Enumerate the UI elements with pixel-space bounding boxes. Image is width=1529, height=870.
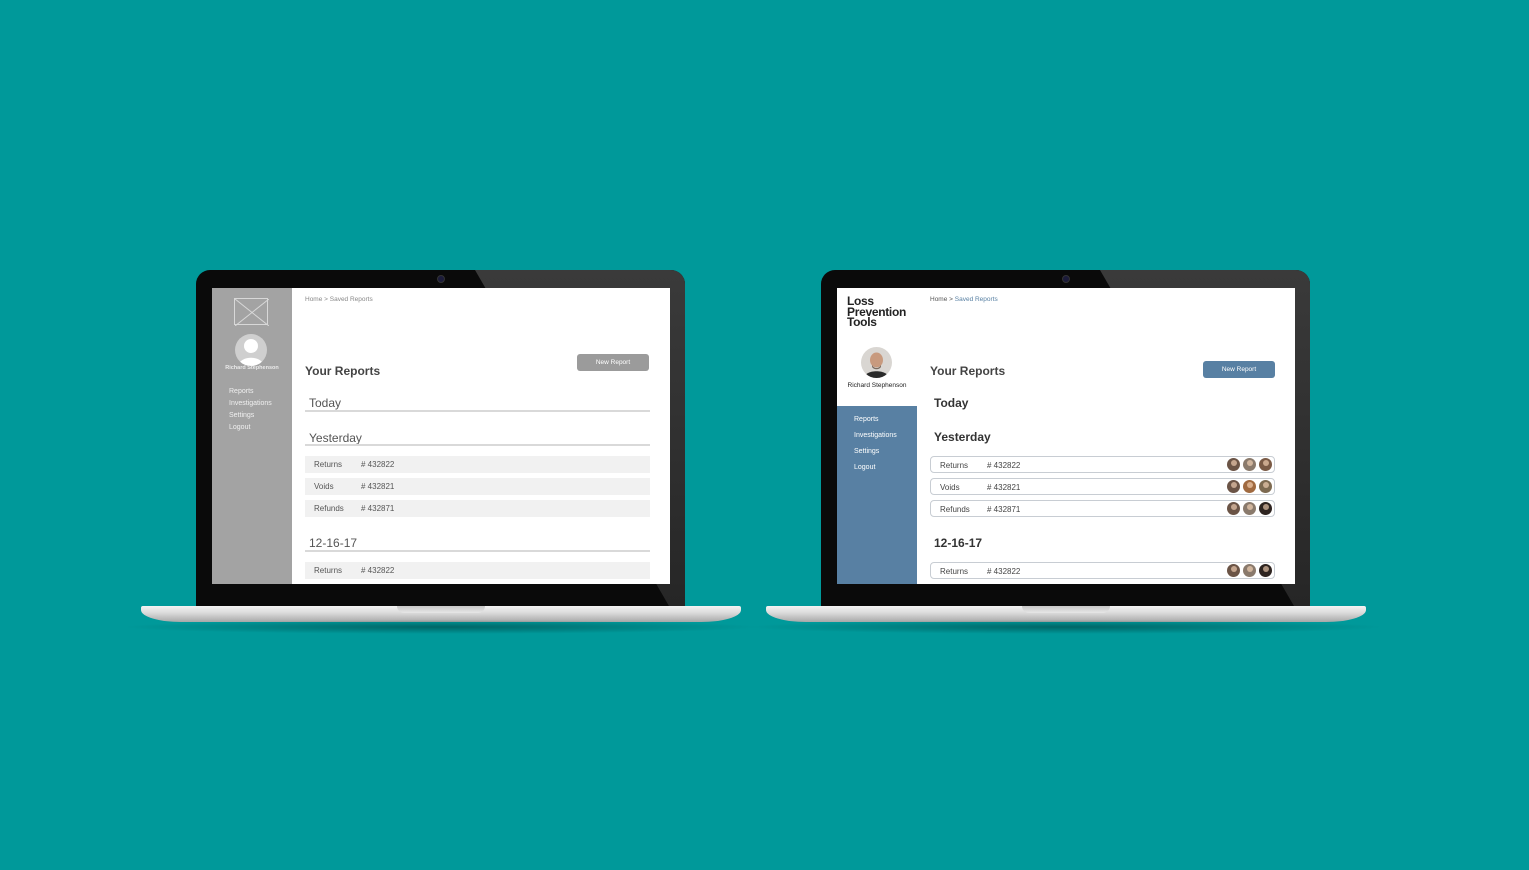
assignee-avatar[interactable] [1259,502,1272,515]
page-title: Your Reports [930,364,1006,378]
report-row[interactable]: Returns # 432822 [305,456,650,473]
laptop-notch [397,606,485,613]
report-number: # 432822 [987,461,1021,470]
assignee-avatar[interactable] [1227,564,1240,577]
divider [305,410,650,412]
report-type: Refunds [314,504,344,513]
sidebar: Richard Stephenson Reports Investigation… [212,288,292,584]
divider [305,550,650,552]
report-row[interactable]: Refunds # 432871 [305,500,650,517]
report-type: Returns [314,566,343,575]
laptop-bezel: Loss Prevention Tools Richard Stephenson… [821,270,1310,608]
assignee-avatar[interactable] [1259,480,1272,493]
logo-placeholder-icon [234,298,270,327]
laptop-shadow [746,620,1386,634]
report-row[interactable]: Voids # 432821 [930,478,1275,495]
sidebar: Loss Prevention Tools Richard Stephenson… [837,288,917,584]
breadcrumb-home-link[interactable]: Home > [930,296,955,303]
logo-line: Tools [847,315,877,329]
laptop-notch [1022,606,1110,613]
report-number: # 432871 [361,504,395,513]
user-name: Richard Stephenson [225,365,279,371]
breadcrumb-current-link[interactable]: Saved Reports [955,296,998,303]
breadcrumb[interactable]: Home > Saved Reports [305,296,373,303]
section-date: 12-16-17 [934,536,983,550]
wireframe-laptop: Richard Stephenson Reports Investigation… [121,270,761,640]
sidebar-item-logout[interactable]: Logout [837,464,917,471]
divider [305,444,650,446]
report-type: Returns [940,567,969,576]
report-row[interactable]: Refunds # 432871 [930,500,1275,517]
report-type: Returns [940,461,969,470]
app-logo[interactable]: Loss Prevention Tools [847,295,906,329]
sidebar-item-reports[interactable]: Reports [212,388,292,395]
new-report-button[interactable]: New Report [577,354,649,371]
section-today: Today [934,396,969,410]
sidebar-item-investigations[interactable]: Investigations [837,432,917,439]
report-row[interactable]: Returns # 432822 [305,562,650,579]
sidebar-item-investigations[interactable]: Investigations [212,400,292,407]
assignee-avatar[interactable] [1227,458,1240,471]
report-type: Voids [314,482,334,491]
avatar[interactable] [861,347,892,378]
avatar-placeholder-icon [235,334,267,366]
report-number: # 432821 [361,482,395,491]
report-number: # 432822 [987,567,1021,576]
assignee-avatar[interactable] [1259,458,1272,471]
assignee-avatar[interactable] [1227,502,1240,515]
report-type: Returns [314,460,343,469]
sidebar-item-logout[interactable]: Logout [212,424,292,431]
assignee-avatars [1224,564,1272,579]
sidebar-nav: Reports Investigations Settings Logout [212,388,292,436]
assignee-avatar[interactable] [1243,480,1256,493]
report-row[interactable]: Voids # 432821 [305,478,650,495]
sidebar-item-settings[interactable]: Settings [837,448,917,455]
assignee-avatars [1224,480,1272,495]
report-number: # 432822 [361,566,395,575]
main-content: Home > Saved Reports Your Reports New Re… [930,288,1295,584]
sidebar-item-settings[interactable]: Settings [212,412,292,419]
assignee-avatar[interactable] [1243,502,1256,515]
assignee-avatar[interactable] [1243,458,1256,471]
assignee-avatars [1224,458,1272,473]
page-title: Your Reports [305,364,381,378]
styled-screen: Loss Prevention Tools Richard Stephenson… [837,288,1295,584]
section-date: 12-16-17 [309,536,358,550]
assignee-avatar[interactable] [1243,564,1256,577]
webcam [1062,275,1070,283]
new-report-button[interactable]: New Report [1203,361,1275,378]
laptop-shadow [121,620,761,634]
user-name: Richard Stephenson [847,382,907,389]
report-row[interactable]: Returns # 432822 [930,456,1275,473]
laptop-bezel: Richard Stephenson Reports Investigation… [196,270,685,608]
main-content: Home > Saved Reports Your Reports New Re… [305,288,670,584]
report-type: Voids [940,483,960,492]
wireframe-screen: Richard Stephenson Reports Investigation… [212,288,670,584]
assignee-avatar[interactable] [1259,564,1272,577]
breadcrumb: Home > Saved Reports [930,296,998,303]
webcam [437,275,445,283]
report-number: # 432822 [361,460,395,469]
section-today: Today [309,396,342,410]
report-number: # 432871 [987,505,1021,514]
section-yesterday: Yesterday [934,430,991,444]
report-type: Refunds [940,505,970,514]
section-yesterday: Yesterday [309,431,362,445]
report-row[interactable]: Returns # 432822 [930,562,1275,579]
styled-laptop: Loss Prevention Tools Richard Stephenson… [746,270,1386,640]
assignee-avatars [1224,502,1272,517]
sidebar-item-reports[interactable]: Reports [837,416,917,423]
assignee-avatar[interactable] [1227,480,1240,493]
sidebar-nav: Reports Investigations Settings Logout [837,416,917,480]
report-number: # 432821 [987,483,1021,492]
